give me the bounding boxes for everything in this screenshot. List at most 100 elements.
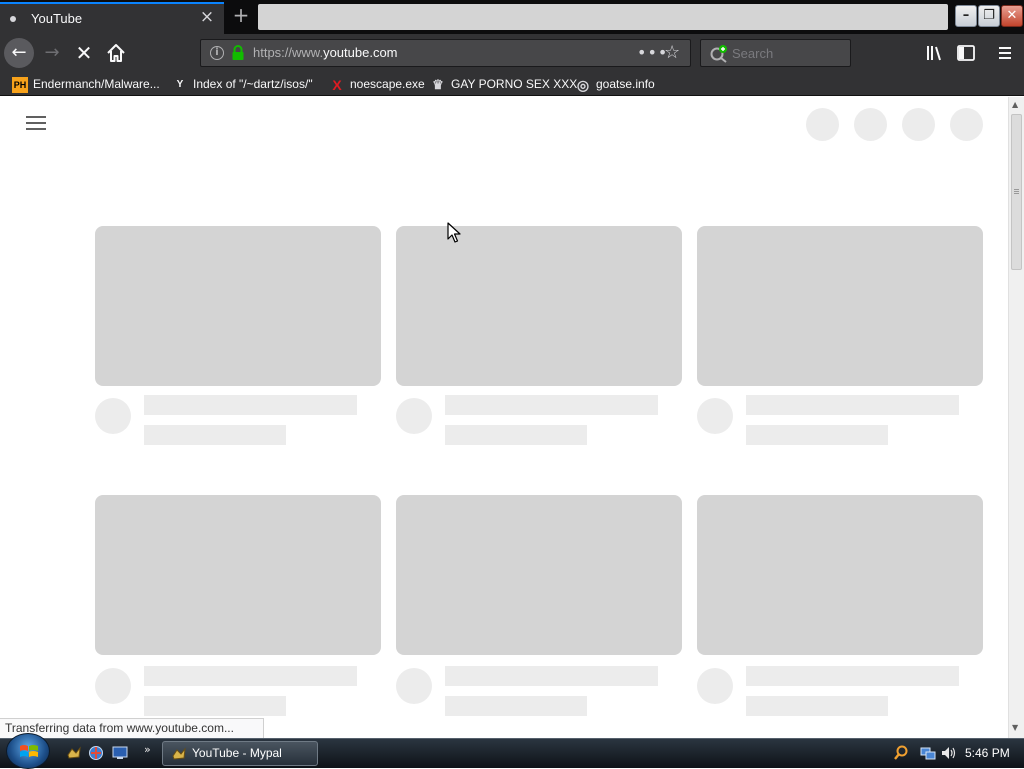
mypal-quicklaunch-icon[interactable] [66, 745, 82, 761]
system-clock[interactable]: 5:46 PM [965, 746, 1010, 760]
home-icon [107, 44, 125, 62]
video-meta-placeholder [746, 696, 888, 716]
tab-loading-icon [10, 16, 16, 22]
video-thumbnail-placeholder [697, 495, 983, 655]
bookmarks-toolbar: PH Endermanch/Malware... Y Index of "/~dar… [0, 72, 1024, 96]
network-tray-icon[interactable] [920, 745, 936, 761]
bookmark-label: Index of "/~dartz/isos/" [193, 77, 313, 91]
video-title-placeholder [144, 666, 357, 686]
search-tray-icon[interactable] [893, 745, 909, 761]
video-meta-placeholder [746, 425, 888, 445]
scrollbar-thumb[interactable] [1011, 114, 1022, 270]
taskbar-window-label: YouTube - Mypal [192, 746, 282, 760]
stop-loading-button[interactable]: ✕ [72, 42, 96, 64]
channel-avatar-placeholder [697, 668, 733, 704]
topbar-placeholder-circle [902, 108, 935, 141]
bookmark-item[interactable]: PH Endermanch/Malware... [12, 75, 160, 93]
bookmark-item[interactable]: ♛ GAY PORNO SEX XXX [430, 75, 577, 93]
video-meta-placeholder [445, 696, 587, 716]
vertical-scrollbar[interactable]: ▲ ▼ [1008, 97, 1024, 738]
search-bar[interactable]: Search [700, 39, 851, 67]
volume-tray-icon[interactable] [940, 745, 956, 761]
navigation-toolbar: ← → ✕ i https://www.youtube.com ••• ☆ Se [0, 34, 1024, 72]
ycombinator-icon: Y [176, 78, 184, 90]
channel-avatar-placeholder [95, 668, 131, 704]
topbar-placeholder-circle [950, 108, 983, 141]
mypal-app-icon [172, 747, 186, 760]
quicklaunch-more-chevron-icon[interactable]: » [144, 743, 151, 756]
taskbar-window-button[interactable]: YouTube - Mypal [162, 741, 318, 766]
video-thumbnail-placeholder [396, 495, 682, 655]
window-close-button[interactable]: ✕ [1001, 5, 1023, 27]
video-title-placeholder [144, 395, 357, 415]
browser-quicklaunch-icon[interactable] [88, 745, 104, 761]
video-meta-placeholder [144, 696, 286, 716]
search-icon [709, 44, 729, 64]
bookmark-item[interactable]: ◎ goatse.info [575, 75, 655, 93]
topbar-placeholder-circle [854, 108, 887, 141]
channel-avatar-placeholder [396, 668, 432, 704]
channel-avatar-placeholder [396, 398, 432, 434]
video-thumbnail-placeholder [95, 226, 381, 386]
bookmark-label: noescape.exe [350, 77, 425, 91]
video-meta-placeholder [144, 425, 286, 445]
close-icon: ✕ [1006, 8, 1018, 23]
pornhub-icon: PH [12, 76, 28, 93]
bookmark-item[interactable]: Y Index of "/~dartz/isos/" [172, 75, 313, 93]
url-domain: youtube.com [323, 45, 398, 60]
lock-icon[interactable] [231, 45, 245, 61]
back-button[interactable]: ← [4, 38, 34, 68]
search-placeholder: Search [732, 46, 774, 61]
scroll-up-arrow-icon[interactable]: ▲ [1012, 100, 1018, 109]
new-tab-button[interactable]: + [228, 4, 254, 28]
mouse-pointer-icon [447, 222, 461, 243]
bookmark-label: goatse.info [596, 77, 655, 91]
library-button[interactable] [924, 42, 946, 64]
video-title-placeholder [746, 666, 959, 686]
guide-menu-icon[interactable] [26, 116, 46, 132]
url-text[interactable]: https://www.youtube.com [253, 45, 398, 60]
library-icon [927, 46, 941, 61]
url-bar[interactable]: i https://www.youtube.com ••• ☆ [200, 39, 691, 67]
x-icon: X [332, 76, 342, 93]
sidebar-toggle-button[interactable] [956, 43, 976, 63]
video-thumbnail-placeholder [396, 226, 682, 386]
channel-avatar-placeholder [697, 398, 733, 434]
sidebar-icon [957, 45, 975, 61]
crown-icon: ♛ [432, 76, 444, 92]
page-viewport[interactable] [0, 97, 1008, 738]
url-prefix: https://www. [253, 45, 324, 60]
bookmark-star-icon[interactable]: ☆ [664, 42, 680, 63]
video-thumbnail-placeholder [95, 495, 381, 655]
video-title-placeholder [445, 666, 658, 686]
video-title-placeholder [746, 395, 959, 415]
title-bar-drag-area[interactable] [258, 4, 948, 30]
channel-avatar-placeholder [95, 398, 131, 434]
app-menu-button[interactable] [994, 42, 1016, 64]
hamburger-menu-icon [999, 47, 1011, 59]
forward-button[interactable]: → [40, 42, 64, 64]
bookmark-label: GAY PORNO SEX XXX [451, 77, 578, 91]
tab-strip: YouTube × + – ❐ ✕ [0, 0, 1024, 34]
bookmark-label: Endermanch/Malware... [33, 77, 160, 91]
windows-logo-icon [20, 745, 38, 757]
taskbar: » YouTube - Mypal 5:46 PM [0, 733, 1024, 769]
window-restore-button[interactable]: ❐ [978, 5, 1000, 27]
globe-icon: ◎ [576, 76, 590, 93]
tab-title: YouTube [31, 11, 83, 26]
home-button[interactable] [104, 42, 128, 64]
window-minimize-button[interactable]: – [955, 5, 977, 27]
minimize-icon: – [962, 8, 970, 23]
video-title-placeholder [445, 395, 658, 415]
tab-close-icon[interactable]: × [198, 7, 216, 27]
topbar-placeholder-circle [806, 108, 839, 141]
video-thumbnail-placeholder [697, 226, 983, 386]
scroll-down-arrow-icon[interactable]: ▼ [1012, 723, 1018, 732]
show-desktop-icon[interactable] [112, 745, 128, 761]
video-meta-placeholder [445, 425, 587, 445]
bookmark-item[interactable]: Xnoescape.exe [329, 75, 425, 93]
tab-youtube[interactable]: YouTube × [0, 2, 224, 34]
start-button[interactable] [6, 733, 50, 769]
site-info-icon[interactable]: i [210, 46, 224, 60]
restore-icon: ❐ [983, 8, 995, 23]
